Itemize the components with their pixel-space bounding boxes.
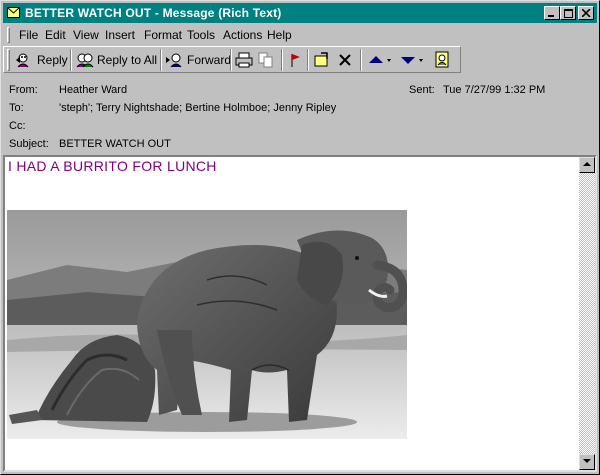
flag-button[interactable] — [288, 49, 304, 71]
title-bar[interactable]: BETTER WATCH OUT - Message (Rich Text) — [3, 3, 597, 23]
toolbar-separator — [307, 49, 309, 71]
close-button[interactable] — [578, 6, 594, 20]
vertical-scrollbar[interactable] — [579, 157, 595, 470]
move-to-folder-icon — [314, 52, 328, 67]
toolbar-grip[interactable] — [7, 49, 10, 71]
move-to-folder-button[interactable] — [313, 49, 333, 71]
reply-all-button[interactable]: Reply to All — [75, 49, 157, 71]
reply-label: Reply — [37, 53, 68, 67]
menu-edit[interactable]: Edit — [45, 28, 66, 42]
envelope-icon[interactable] — [7, 7, 20, 18]
toolbar-separator — [360, 49, 362, 71]
menu-bar: File Edit View Insert Format Tools Actio… — [5, 26, 595, 44]
maximize-button[interactable] — [560, 6, 576, 20]
scroll-up-button[interactable] — [579, 157, 595, 173]
toolbar-separator — [70, 49, 72, 71]
forward-label: Forward — [187, 53, 232, 67]
forward-icon — [166, 53, 182, 68]
forward-button[interactable]: Forward — [165, 49, 231, 71]
reply-all-label: Reply to All — [97, 53, 158, 67]
toolbar-separator — [230, 49, 232, 71]
flag-icon — [291, 54, 300, 67]
next-item-icon — [401, 57, 423, 64]
message-text: I HAD A BURRITO FOR LUNCH — [8, 158, 217, 174]
delete-icon — [339, 54, 351, 66]
menu-grip[interactable] — [7, 27, 10, 43]
minimize-icon — [548, 15, 554, 17]
subject-value: BETTER WATCH OUT — [59, 138, 171, 150]
standard-toolbar: Reply Reply to All Forward — [5, 47, 461, 73]
previous-item-icon — [369, 56, 391, 63]
toolbar-separator — [160, 49, 162, 71]
message-window: BETTER WATCH OUT - Message (Rich Text) F… — [0, 0, 600, 475]
scroll-up-icon — [583, 162, 591, 166]
delete-button[interactable] — [337, 49, 355, 71]
copy-icon — [258, 52, 273, 68]
print-button[interactable] — [235, 49, 255, 71]
menu-help[interactable]: Help — [267, 28, 292, 42]
menu-insert[interactable]: Insert — [105, 28, 135, 42]
elephant-photo — [7, 210, 407, 439]
to-label: To: — [9, 102, 24, 114]
reply-icon — [16, 53, 29, 68]
address-book-icon — [435, 51, 449, 68]
message-body[interactable]: I HAD A BURRITO FOR LUNCH — [3, 155, 597, 472]
menu-tools[interactable]: Tools — [187, 28, 215, 42]
close-icon — [582, 9, 591, 17]
scroll-down-button[interactable] — [579, 454, 595, 470]
subject-label: Subject: — [9, 138, 49, 150]
address-book-button[interactable] — [433, 49, 453, 71]
cc-label: Cc: — [9, 120, 26, 132]
window-title: BETTER WATCH OUT - Message (Rich Text) — [25, 6, 282, 20]
previous-item-button[interactable] — [367, 49, 395, 71]
to-value[interactable]: 'steph'; Terry Nightshade; Bertine Holmb… — [59, 102, 336, 114]
reply-button[interactable]: Reply — [15, 49, 68, 71]
toolbar-separator — [281, 49, 283, 71]
menu-actions[interactable]: Actions — [223, 28, 262, 42]
menu-format[interactable]: Format — [144, 28, 182, 42]
scroll-down-icon — [583, 459, 591, 463]
sent-label: Sent: — [409, 84, 435, 96]
menu-view[interactable]: View — [73, 28, 99, 42]
sent-value: Tue 7/27/99 1:32 PM — [443, 84, 546, 96]
minimize-button[interactable] — [544, 6, 560, 20]
next-item-button[interactable] — [399, 49, 427, 71]
menu-file[interactable]: File — [19, 28, 38, 42]
print-icon — [235, 52, 253, 68]
copy-button[interactable] — [257, 49, 277, 71]
reply-all-icon — [76, 53, 94, 68]
maximize-icon — [564, 9, 573, 18]
from-value[interactable]: Heather Ward — [59, 84, 127, 96]
from-label: From: — [9, 84, 38, 96]
